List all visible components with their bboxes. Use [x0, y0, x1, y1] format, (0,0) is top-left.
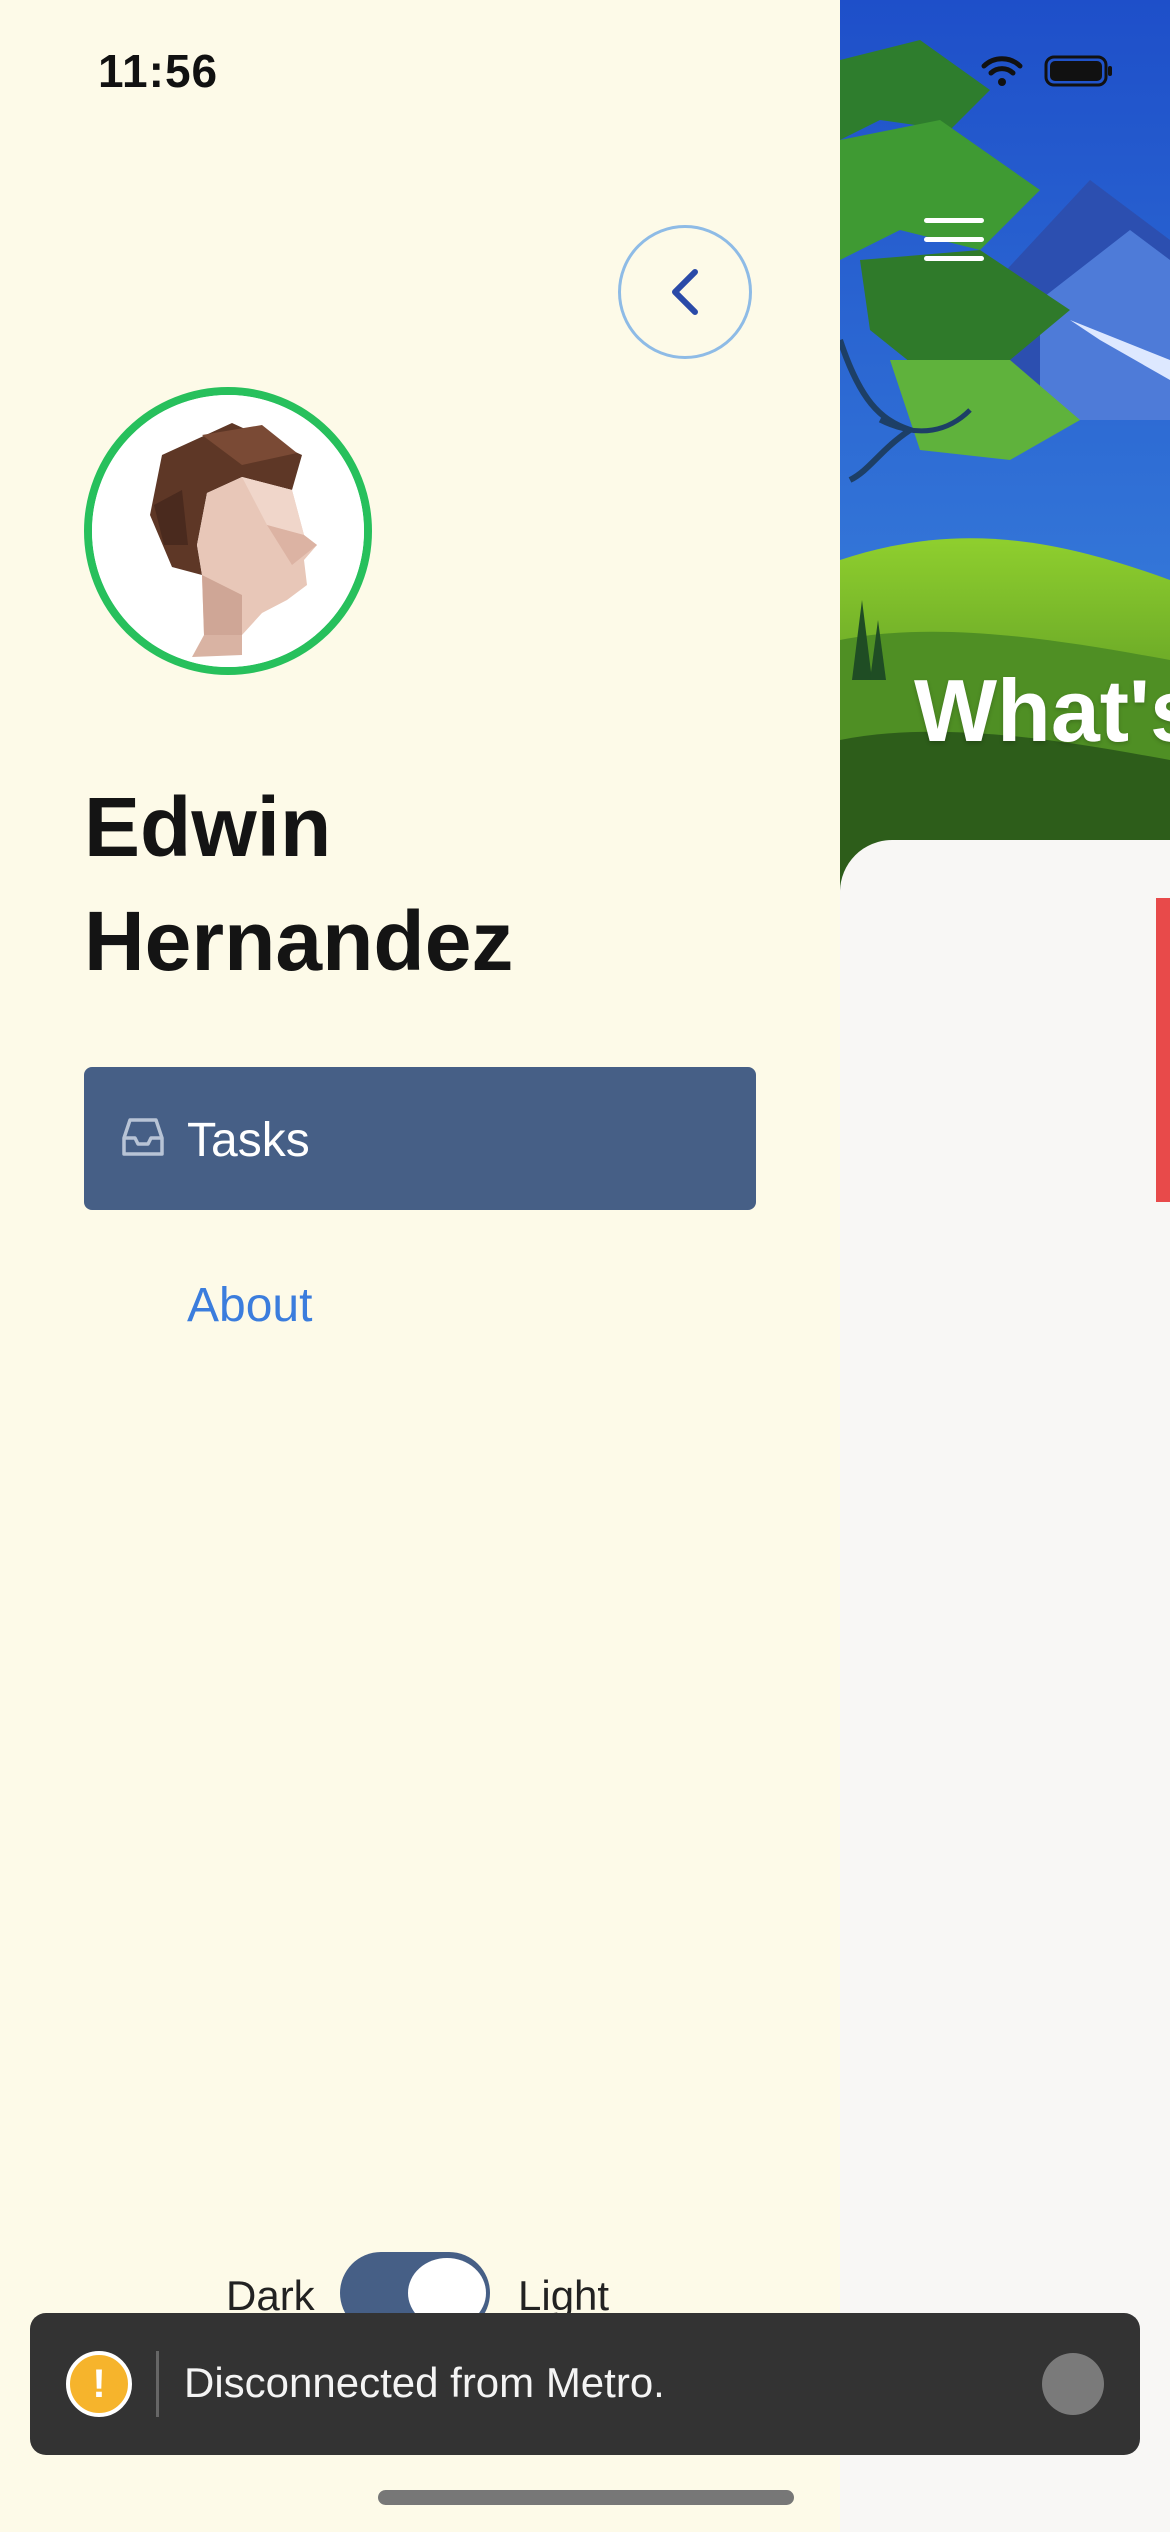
drawer-item-about[interactable]: About [187, 1278, 312, 1333]
menu-icon[interactable] [924, 218, 984, 262]
wifi-icon [981, 56, 1023, 86]
hero-heading: What's [914, 661, 1170, 760]
user-last-name: Hernandez [84, 894, 514, 988]
navigation-drawer: 11:56 Edwin Hernandez Tasks About Dark L… [0, 0, 840, 2532]
hero-illustration: What's [840, 0, 1170, 900]
close-drawer-button[interactable] [618, 225, 752, 359]
metro-disconnected-toast[interactable]: ! Disconnected from Metro. [30, 2313, 1140, 2455]
chevron-left-icon [672, 269, 698, 315]
home-indicator[interactable] [378, 2490, 794, 2505]
toast-divider [156, 2351, 159, 2417]
status-icons [980, 54, 1114, 88]
drawer-item-tasks[interactable]: Tasks [84, 1067, 756, 1210]
user-name: Edwin Hernandez [84, 770, 513, 998]
drawer-item-label: Tasks [187, 1114, 310, 1167]
status-time: 11:56 [98, 45, 219, 97]
user-first-name: Edwin [84, 780, 332, 874]
warning-icon: ! [66, 2351, 132, 2417]
battery-icon [1044, 55, 1112, 87]
toast-message: Disconnected from Metro. [184, 2359, 665, 2406]
avatar [84, 387, 372, 675]
low-poly-head-icon [92, 395, 364, 667]
inbox-icon [122, 1118, 164, 1156]
task-priority-bar [1156, 898, 1170, 1202]
dismiss-toast-button[interactable] [1042, 2353, 1104, 2415]
content-card [840, 840, 1170, 2532]
landscape-illustration [840, 0, 1170, 900]
main-screen: What's [840, 0, 1170, 2532]
